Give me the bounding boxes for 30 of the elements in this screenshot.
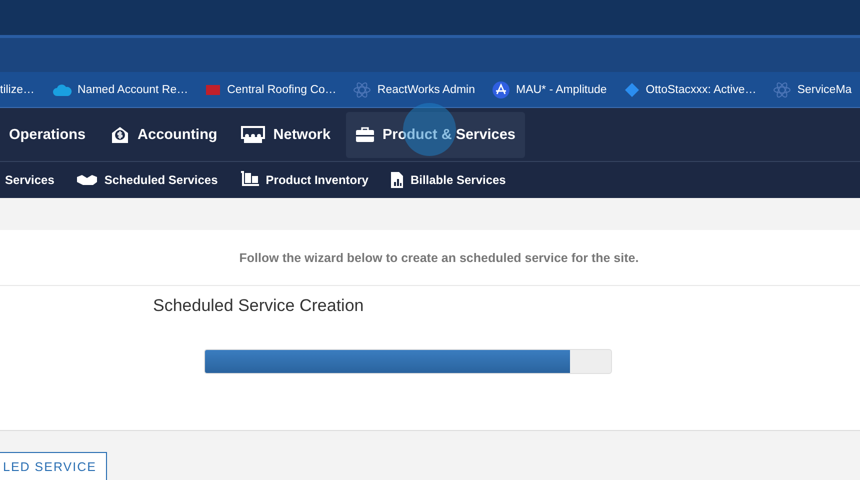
nav-tab[interactable]: Product & Services — [346, 112, 524, 158]
add-service-button[interactable]: LED SERVICE — [0, 452, 108, 480]
bookmark-link[interactable]: OttoStacxxx: Active… — [624, 82, 756, 98]
bookmark-link[interactable]: Named Account Re… — [52, 82, 188, 96]
diamond-icon — [624, 82, 640, 98]
nav-tab[interactable]: Network — [232, 112, 340, 158]
atom-icon — [353, 80, 372, 98]
cart-icon — [240, 171, 260, 189]
cloud-icon — [52, 82, 72, 96]
handshake-icon — [76, 174, 98, 186]
subnav-link[interactable]: Services — [5, 173, 54, 187]
bookmark-link[interactable]: tilize… — [0, 84, 35, 96]
atom-icon — [773, 80, 792, 98]
bookmark-link[interactable]: Central Roofing Co… — [205, 84, 336, 96]
wizard-title: Scheduled Service Creation — [153, 296, 364, 316]
subnav-link[interactable]: Billable Services — [390, 171, 506, 189]
network-icon — [241, 126, 266, 144]
bookmark-link[interactable]: ServiceMa — [773, 80, 852, 98]
subnav-link[interactable]: Product Inventory — [240, 171, 368, 189]
report-icon — [390, 171, 404, 189]
money-envelope-icon — [110, 126, 130, 144]
nav-tab[interactable]: Operations — [0, 112, 95, 158]
subnav-link[interactable]: Scheduled Services — [76, 173, 218, 187]
nav-tab[interactable]: Accounting — [100, 112, 226, 158]
briefcase-icon — [354, 126, 375, 142]
bookmark-link[interactable]: ReactWorks Admin — [353, 80, 475, 98]
bookmark-link[interactable]: MAU* - Amplitude — [492, 80, 607, 98]
flag-icon — [205, 84, 222, 96]
circle-a-icon — [492, 80, 510, 98]
instruction-text: Follow the wizard below to create an scheduled service for the site. — [239, 250, 639, 264]
